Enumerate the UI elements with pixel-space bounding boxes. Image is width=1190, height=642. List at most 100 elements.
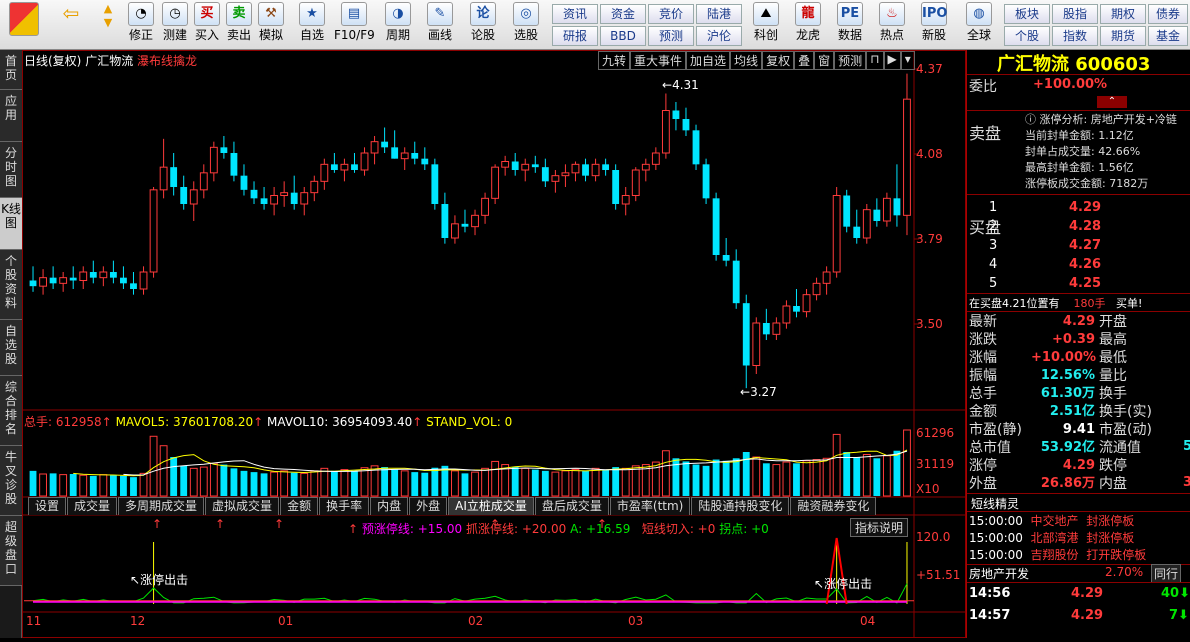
hotspot-button[interactable]: ♨ 热点 [874, 2, 910, 47]
star-market-button[interactable]: ⛰ 科创 [748, 2, 784, 47]
menu-window[interactable]: 窗 [814, 51, 835, 70]
forum-button[interactable]: 论论股 [466, 2, 500, 47]
ind-tab-hk-holding[interactable]: 陆股通持股变化 [691, 497, 790, 515]
ipo-button[interactable]: IPO 新股 [916, 2, 952, 47]
divider [967, 511, 1190, 512]
btn-stocks[interactable]: 个股 [1004, 26, 1050, 46]
list-item[interactable]: 15:00:00 吉翔股份 打开跌停板 [969, 547, 1146, 564]
menu-predict[interactable]: 预测 [834, 51, 867, 70]
tick-vol-1: 40⬇ [1161, 586, 1190, 601]
lock-icon[interactable]: ⊓ [866, 51, 884, 70]
f10-button[interactable]: ▤ F10/F9 [334, 2, 375, 47]
candle-body [682, 119, 690, 131]
btn-london[interactable]: 沪伦 [696, 26, 742, 46]
candle-body [79, 271, 88, 281]
list-item[interactable]: 15:00:00 北部湾港 封涨停板 [969, 530, 1146, 547]
collapse-icon[interactable]: ⌃ [1097, 96, 1127, 108]
menu-adjust[interactable]: 复权 [762, 51, 795, 70]
btn-futures[interactable]: 期货 [1100, 26, 1146, 46]
app-logo[interactable] [4, 2, 44, 47]
back-button[interactable]: ⇦ [56, 2, 86, 47]
x-axis-feb: 02 [468, 614, 484, 628]
period-button[interactable]: ◑ 周期 [378, 2, 418, 47]
sidebar-tab-diagnose[interactable]: 牛叉诊股 [0, 446, 22, 516]
ind-tab-after-hours[interactable]: 盘后成交量 [534, 497, 609, 515]
play-icon[interactable]: ▶ [883, 51, 901, 70]
sector-tab[interactable]: 同行 [1151, 564, 1182, 583]
btn-options[interactable]: 期权 [1100, 4, 1146, 24]
buy-label: 买盘 [969, 218, 1002, 237]
sidebar-tab-ranking[interactable]: 综合排名 [0, 376, 22, 446]
ind-tab-pe-ttm[interactable]: 市盈率(ttm) [609, 497, 691, 515]
volume-bar [843, 452, 851, 496]
sidebar-tab-kline[interactable]: K线图 [0, 198, 22, 250]
btn-bbd[interactable]: BBD [600, 26, 646, 46]
dragon-tiger-button[interactable]: 龍龙虎 [790, 2, 826, 47]
ind-tab-margin[interactable]: 融资融券变化 [790, 497, 877, 515]
ind-tab-volume[interactable]: 成交量 [67, 497, 118, 515]
btn-research[interactable]: 研报 [552, 26, 598, 46]
sidebar-tab-orderbook[interactable]: 超级盘口 [0, 516, 22, 586]
btn-news[interactable]: 资讯 [552, 4, 598, 24]
list-item[interactable]: 15:00:00 中交地产 封涨停板 [969, 513, 1146, 530]
volume-bar [812, 459, 821, 497]
candle-body [602, 164, 610, 170]
simulate-button[interactable]: ⚒ 模拟 [256, 2, 286, 47]
volume-bar [893, 450, 901, 496]
menu-add-watch[interactable]: 加自选 [686, 51, 731, 70]
volume-bar [621, 467, 630, 497]
indicator-help-button[interactable]: 指标说明 [850, 518, 909, 537]
btn-hk[interactable]: 陆港 [696, 4, 742, 24]
ind-tab-settings[interactable]: 设置 [28, 497, 67, 515]
chart-title: 日线(复权) 广汇物流 瀑布线擒龙 [24, 54, 198, 68]
dropdown-icon[interactable]: ▾ [900, 51, 915, 70]
btn-sector[interactable]: 板块 [1004, 4, 1050, 24]
sidebar-tab-home[interactable]: 首页 [0, 50, 22, 90]
ind-tab-inner[interactable]: 内盘 [370, 497, 409, 515]
btn-index[interactable]: 指数 [1052, 26, 1098, 46]
screener-button[interactable]: ◎ 选股 [506, 2, 546, 47]
data-button[interactable]: PE 数据 [832, 2, 868, 47]
volume-bar [139, 472, 148, 497]
fix-button[interactable]: ◔ 修正 [124, 2, 158, 47]
kline-chart-area[interactable]: ↑ ↑ ↑ ↑ ↑ 日线(复权) 广汇物流 瀑布线擒龙 九转 重大事件 加自选 均线 复… [22, 50, 966, 638]
volume-bar [280, 470, 289, 497]
ind-tab-ai-volume[interactable]: AI立桩成交量 [448, 497, 534, 515]
sidebar-tab-apps[interactable]: 应用 [0, 90, 22, 142]
updown-button[interactable]: ▲ ▼ [94, 2, 122, 47]
test-button[interactable]: ◷ 测建 [158, 2, 192, 47]
tick-price-1: 4.29 [1071, 586, 1104, 601]
ind-tab-virtual-volume[interactable]: 虚拟成交量 [205, 497, 280, 515]
sidebar-tab-intraday[interactable]: 分时图 [0, 142, 22, 198]
chart-frame [22, 50, 966, 638]
volume-bar [551, 471, 560, 497]
watchlist-button[interactable]: ★ 自选 [292, 2, 332, 47]
menu-nine-turn[interactable]: 九转 [598, 51, 631, 70]
btn-index-futures[interactable]: 股指 [1052, 4, 1098, 24]
draw-button[interactable]: ✎ 画线 [420, 2, 460, 47]
menu-ma[interactable]: 均线 [730, 51, 763, 70]
volume-bar [873, 458, 881, 496]
btn-capital[interactable]: 资金 [600, 4, 646, 24]
btn-funds[interactable]: 基金 [1148, 26, 1188, 46]
buy-button[interactable]: 买买入 [192, 2, 222, 47]
candle-body [531, 164, 539, 168]
btn-bonds[interactable]: 债券 [1148, 4, 1188, 24]
ind-tab-turnover[interactable]: 换手率 [319, 497, 370, 515]
ind-tab-multi-volume[interactable]: 多周期成交量 [118, 497, 205, 515]
candle-body [400, 152, 409, 160]
chart-svg[interactable]: ↑ ↑ ↑ ↑ ↑ [22, 50, 966, 638]
menu-overlay[interactable]: 叠 [794, 51, 815, 70]
sell-button[interactable]: 卖卖出 [224, 2, 254, 47]
volume-bar [69, 474, 77, 496]
sidebar-tab-profile[interactable]: 个股资料 [0, 250, 22, 320]
sidebar-tab-watchlist[interactable]: 自选股 [0, 320, 22, 376]
ind-tab-outer[interactable]: 外盘 [409, 497, 448, 515]
btn-forecast[interactable]: 预测 [648, 26, 694, 46]
quote-labels-2: 开盘 最高 最低 量比 换手 换手(实) 市盈(动) 流通值 跌停 内盘 [1099, 314, 1152, 492]
btn-auction[interactable]: 竞价 [648, 4, 694, 24]
menu-major-events[interactable]: 重大事件 [630, 51, 687, 70]
global-button[interactable]: ◍ 全球 [958, 2, 1000, 47]
volume-bar [903, 429, 911, 497]
ind-tab-amount[interactable]: 金额 [280, 497, 319, 515]
